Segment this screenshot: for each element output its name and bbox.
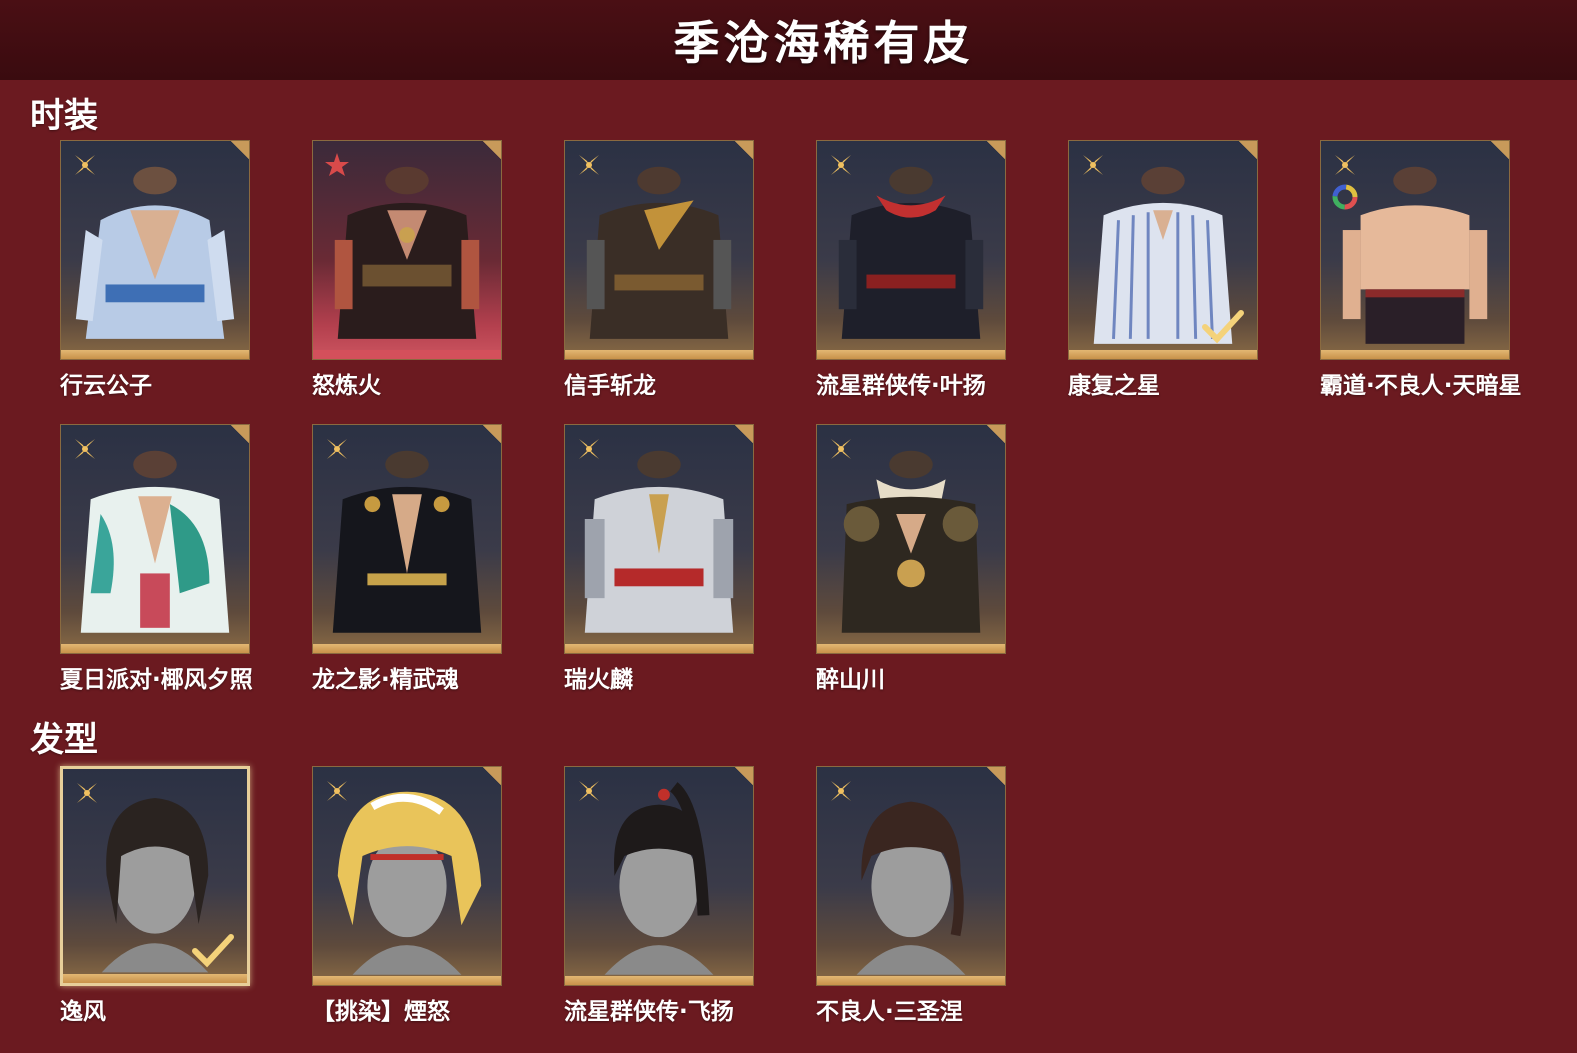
corner-ornament — [733, 141, 753, 161]
hair-thumbnail[interactable] — [564, 766, 754, 986]
corner-ornament — [229, 425, 249, 445]
skin-name: 怒炼火 — [312, 373, 381, 399]
fashion-row-1: 行云公子 怒炼火 信手斩龙 流星群侠传·叶扬 康复之星 霸道·不良人·天暗星 — [60, 140, 1572, 400]
skin-name: 流星群侠传·叶扬 — [816, 373, 986, 399]
rarity-bar — [313, 976, 501, 985]
skin-card-6[interactable]: 霸道·不良人·天暗星 — [1320, 140, 1522, 400]
skin-card-9[interactable]: 瑞火麟 — [564, 424, 756, 694]
corner-ornament — [985, 767, 1005, 787]
corner-ornament — [733, 425, 753, 445]
corner-ornament — [481, 141, 501, 161]
skin-card-4[interactable]: 流星群侠传·叶扬 — [816, 140, 1008, 400]
rarity-bar — [565, 976, 753, 985]
skin-thumbnail[interactable] — [1068, 140, 1258, 360]
corner-ornament — [985, 425, 1005, 445]
skin-card-5[interactable]: 康复之星 — [1068, 140, 1260, 400]
rarity-bar — [61, 644, 249, 653]
page-title: 季沧海稀有皮 — [673, 16, 974, 70]
corner-ornament — [733, 767, 753, 787]
skin-card-2[interactable]: 怒炼火 — [312, 140, 504, 400]
skin-card-3[interactable]: 信手斩龙 — [564, 140, 756, 400]
rarity-bar — [817, 976, 1005, 985]
gold-rarity-icon — [579, 781, 599, 801]
skin-name: 信手斩龙 — [564, 373, 656, 399]
skin-name: 康复之星 — [1068, 373, 1160, 399]
rarity-bar — [565, 350, 753, 359]
corner-ornament — [481, 425, 501, 445]
skin-thumbnail[interactable] — [564, 424, 754, 654]
rarity-bar — [1069, 350, 1257, 359]
hair-name: 不良人·三圣涅 — [816, 999, 963, 1025]
rarity-bar — [61, 350, 249, 359]
skin-name: 夏日派对·椰风夕照 — [60, 667, 253, 693]
rarity-bar — [1321, 350, 1509, 359]
skin-thumbnail[interactable] — [816, 140, 1006, 360]
gold-rarity-icon — [1083, 155, 1103, 175]
skin-thumbnail[interactable] — [816, 424, 1006, 654]
hair-card-3[interactable]: 流星群侠传·飞扬 — [564, 766, 756, 1026]
skin-thumbnail[interactable] — [312, 424, 502, 654]
gold-rarity-icon — [1335, 155, 1355, 175]
hair-card-4[interactable]: 不良人·三圣涅 — [816, 766, 1008, 1026]
corner-ornament — [985, 141, 1005, 161]
skin-name: 瑞火麟 — [564, 667, 633, 693]
gold-rarity-icon — [77, 783, 97, 803]
rarity-bar — [313, 350, 501, 359]
section-title-hair: 发型 — [30, 720, 98, 760]
skin-thumbnail[interactable] — [1320, 140, 1510, 360]
hair-thumbnail[interactable] — [816, 766, 1006, 986]
hair-name: 【挑染】煙怒 — [312, 999, 450, 1025]
skin-card-8[interactable]: 龙之影·精武魂 — [312, 424, 504, 694]
red-rarity-icon — [325, 153, 349, 176]
corner-ornament — [229, 141, 249, 161]
skin-thumbnail[interactable] — [60, 424, 250, 654]
skin-thumbnail[interactable] — [564, 140, 754, 360]
corner-ornament — [1237, 141, 1257, 161]
gold-rarity-icon — [831, 781, 851, 801]
section-title-fashion: 时装 — [30, 96, 98, 136]
gold-rarity-icon — [75, 155, 95, 175]
gold-rarity-icon — [327, 439, 347, 459]
color-dye-icon — [1332, 184, 1358, 210]
owned-check-icon — [192, 934, 234, 968]
rarity-bar — [313, 644, 501, 653]
skin-thumbnail[interactable] — [60, 140, 250, 360]
gold-rarity-icon — [579, 439, 599, 459]
gold-rarity-icon — [327, 781, 347, 801]
hair-row: 逸风 【挑染】煙怒 流星群侠传·飞扬 不良人·三圣涅 — [60, 766, 1068, 1026]
skin-name: 行云公子 — [60, 373, 152, 399]
skin-card-1[interactable]: 行云公子 — [60, 140, 252, 400]
gold-rarity-icon — [75, 439, 95, 459]
skin-name: 龙之影·精武魂 — [312, 667, 459, 693]
gold-rarity-icon — [831, 155, 851, 175]
gold-rarity-icon — [579, 155, 599, 175]
skin-name: 霸道·不良人·天暗星 — [1320, 373, 1522, 399]
skin-name: 醉山川 — [816, 667, 885, 693]
hair-name: 逸风 — [60, 999, 106, 1025]
skin-card-10[interactable]: 醉山川 — [816, 424, 1008, 694]
hair-card-2[interactable]: 【挑染】煙怒 — [312, 766, 504, 1026]
hair-thumbnail[interactable] — [60, 766, 250, 986]
skin-thumbnail[interactable] — [312, 140, 502, 360]
page-header: 季沧海稀有皮 — [0, 0, 1577, 80]
hair-thumbnail[interactable] — [312, 766, 502, 986]
hair-name: 流星群侠传·飞扬 — [564, 999, 734, 1025]
rarity-bar — [817, 644, 1005, 653]
hair-card-1[interactable]: 逸风 — [60, 766, 252, 1026]
owned-check-icon — [1202, 310, 1244, 344]
skin-card-7[interactable]: 夏日派对·椰风夕照 — [60, 424, 253, 694]
corner-ornament — [1489, 141, 1509, 161]
fashion-row-2: 夏日派对·椰风夕照 龙之影·精武魂 瑞火麟 醉山川 — [60, 424, 1068, 694]
gold-rarity-icon — [831, 439, 851, 459]
rarity-bar — [817, 350, 1005, 359]
corner-ornament — [481, 767, 501, 787]
rarity-bar — [565, 644, 753, 653]
rarity-bar — [63, 974, 247, 983]
